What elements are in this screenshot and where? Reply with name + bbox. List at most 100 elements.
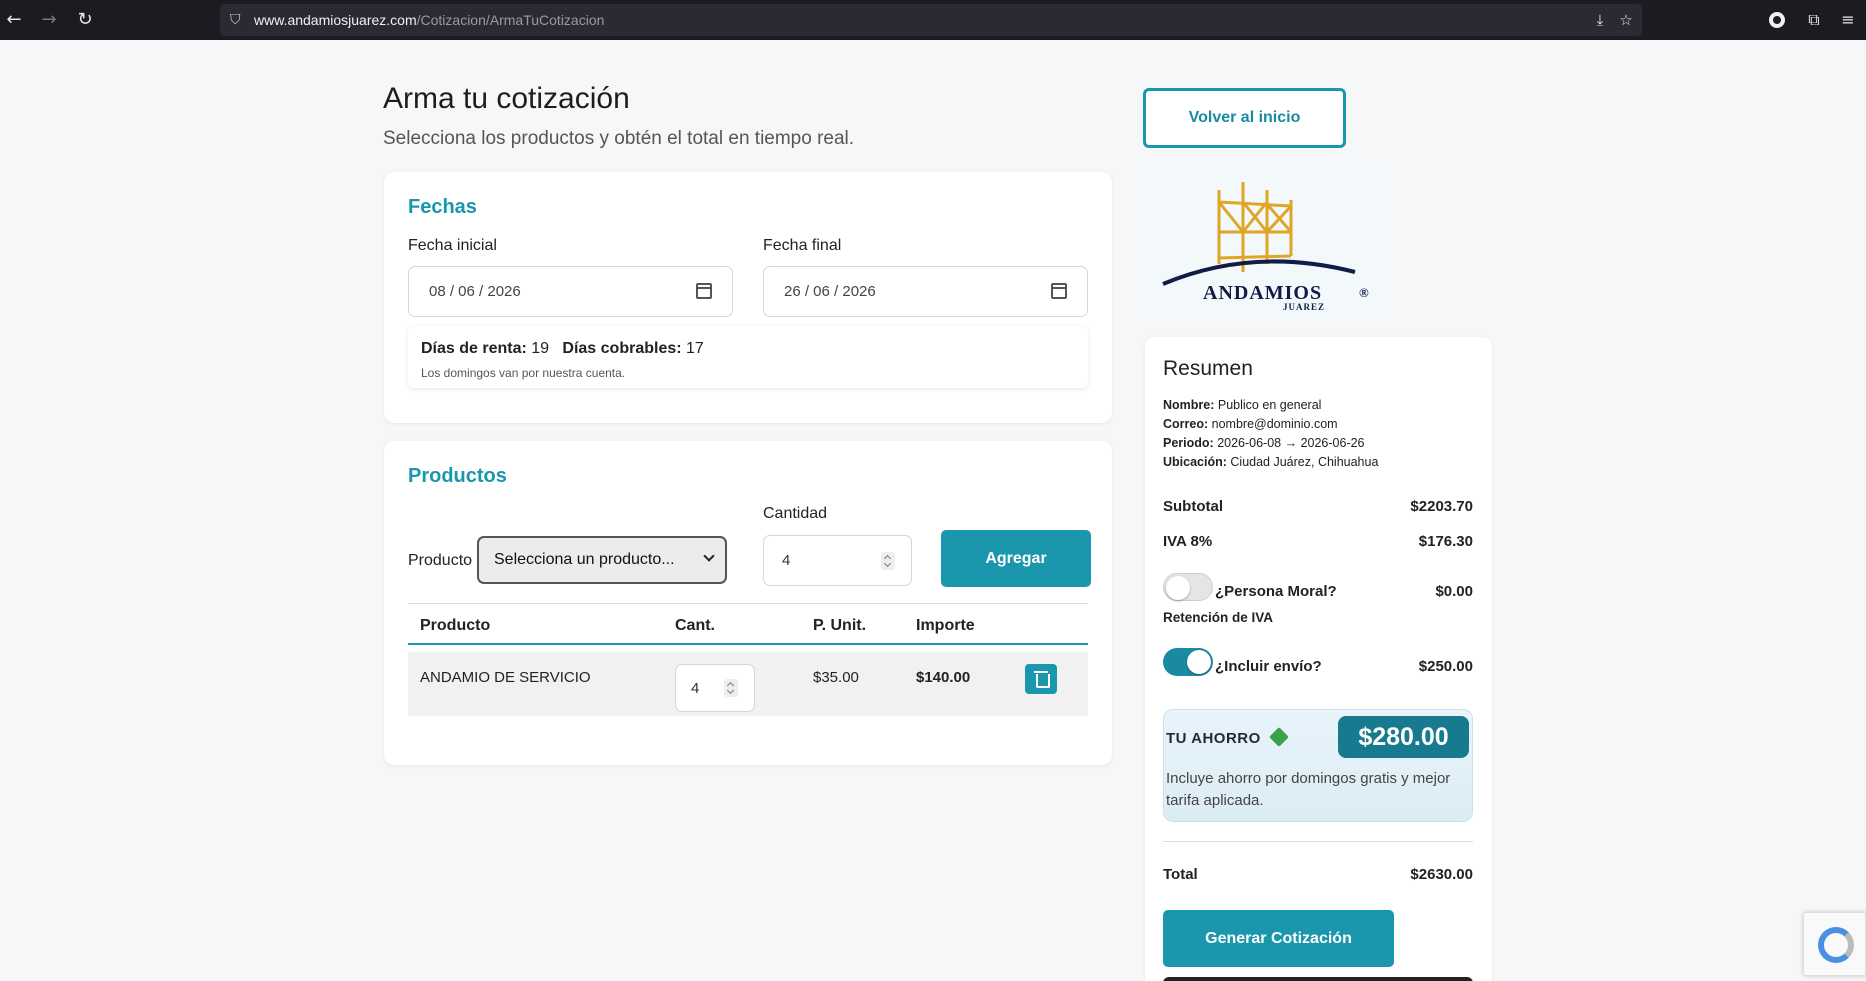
envio-row: ¿Incluir envío? $250.00 — [1215, 658, 1473, 680]
back-arrow-icon[interactable]: ← — [2, 8, 26, 32]
divider — [1163, 841, 1473, 842]
subtotal-row: Subtotal $2203.70 — [1163, 498, 1473, 520]
productos-title: Productos — [408, 465, 507, 487]
ahorro-label: TU AHORRO — [1166, 730, 1261, 747]
fecha-final-value: 26 / 06 / 2026 — [784, 283, 876, 300]
th-cant: Cant. — [675, 617, 715, 634]
url-host: www.andamiosjuarez.com — [254, 12, 417, 28]
trash-icon[interactable] — [1025, 664, 1057, 694]
row-cant-value: 4 — [691, 680, 700, 697]
fecha-inicial-label: Fecha inicial — [408, 237, 497, 254]
retencion-label: Retención de IVA — [1163, 610, 1274, 625]
table-header: Producto Cant. P. Unit. Importe — [408, 603, 1088, 645]
row-p-unit: $35.00 — [813, 669, 859, 686]
volver-inicio-button[interactable]: Volver al inicio — [1143, 88, 1346, 148]
chevron-down-icon — [703, 550, 715, 562]
domingos-note: Los domingos van por nuestra cuenta. — [421, 366, 626, 380]
ahorro-badge: $280.00 — [1338, 716, 1469, 758]
row-importe: $140.00 — [916, 669, 971, 686]
th-importe: Importe — [916, 617, 975, 634]
resumen-title: Resumen — [1163, 357, 1253, 380]
extensions-icon[interactable]: ⧉ — [1802, 8, 1826, 32]
cantidad-value: 4 — [782, 552, 791, 569]
nombre-value: Publico en general — [1217, 398, 1322, 412]
row-producto: ANDAMIO DE SERVICIO — [420, 669, 591, 686]
ahorro-note: Incluye ahorro por domingos gratis y mej… — [1166, 770, 1451, 809]
dias-renta-label: Días de renta: — [421, 340, 527, 357]
persona-moral-label: ¿Persona Moral? — [1215, 583, 1337, 600]
fechas-title: Fechas — [408, 196, 477, 218]
resumen-card: Resumen Nombre: Publico en general Corre… — [1145, 337, 1492, 981]
fecha-inicial-value: 08 / 06 / 2026 — [429, 283, 521, 300]
shield-icon: ⛉ — [230, 12, 241, 28]
page-subtitle: Selecciona los productos y obtén el tota… — [383, 128, 855, 149]
correo-label: Correo: — [1163, 417, 1209, 431]
fecha-final-label: Fecha final — [763, 237, 842, 254]
agregar-button[interactable]: Agregar — [941, 530, 1091, 587]
table-row: ANDAMIO DE SERVICIO 4 $35.00 $140.00 — [408, 652, 1088, 716]
envio-toggle[interactable] — [1163, 648, 1213, 676]
bookmark-star-icon[interactable]: ☆ — [1616, 10, 1636, 30]
correo-value: nombre@dominio.com — [1211, 417, 1338, 431]
forward-arrow-icon[interactable]: → — [37, 8, 61, 32]
persona-moral-toggle[interactable] — [1163, 573, 1213, 601]
iva-value: $176.30 — [1418, 533, 1473, 550]
resumen-ubicacion: Ubicación: Ciudad Juárez, Chihuahua — [1163, 455, 1378, 469]
envio-label: ¿Incluir envío? — [1215, 658, 1322, 675]
th-producto: Producto — [420, 617, 491, 634]
persona-moral-value: $0.00 — [1435, 583, 1473, 600]
recaptcha-badge[interactable] — [1803, 912, 1866, 976]
dias-renta-value: 19 — [531, 340, 550, 357]
total-label: Total — [1163, 866, 1198, 883]
recaptcha-icon — [1818, 927, 1854, 963]
andamios-logo: ANDAMIOS JUAREZ ® — [1143, 172, 1383, 318]
menu-icon[interactable]: ≡ — [1836, 8, 1860, 32]
iva-label: IVA 8% — [1163, 533, 1213, 550]
dias-line: Días de renta: 19 Días cobrables: 17 — [421, 340, 704, 358]
logo-subtext: JUAREZ — [1283, 302, 1326, 312]
stepper-icon[interactable] — [724, 679, 738, 697]
download-icon[interactable]: ⤓ — [1590, 10, 1610, 30]
producto-label: Producto — [408, 552, 473, 569]
cantidad-input[interactable]: 4 — [763, 535, 912, 586]
toggle-knob — [1166, 576, 1190, 600]
dias-cobrables-label: Días cobrables: — [562, 340, 682, 357]
url-text: www.andamiosjuarez.com/Cotizacion/ArmaTu… — [254, 11, 604, 29]
money-icon — [1269, 727, 1289, 747]
subtotal-value: $2203.70 — [1410, 498, 1473, 515]
fecha-inicial-input[interactable]: 08 / 06 / 2026 — [408, 266, 733, 317]
toggle-knob — [1187, 650, 1211, 674]
calendar-icon[interactable] — [696, 283, 712, 299]
persona-moral-row: ¿Persona Moral? $0.00 — [1215, 583, 1473, 605]
generar-cotizacion-button[interactable]: Generar Cotización — [1163, 910, 1394, 967]
periodo-label: Periodo: — [1163, 436, 1214, 450]
logo-registered: ® — [1359, 285, 1369, 300]
dias-info-box: Días de renta: 19 Días cobrables: 17 Los… — [408, 326, 1088, 388]
next-button-edge[interactable] — [1163, 977, 1473, 981]
row-cant-input[interactable]: 4 — [675, 664, 755, 712]
fecha-final-input[interactable]: 26 / 06 / 2026 — [763, 266, 1088, 317]
dias-cobrables-value: 17 — [686, 340, 704, 357]
calendar-icon[interactable] — [1051, 283, 1067, 299]
browser-toolbar: ← → ↻ ⛉ www.andamiosjuarez.com/Cotizacio… — [0, 0, 1866, 40]
ahorro-box: TU AHORRO $280.00 Incluye ahorro por dom… — [1163, 709, 1473, 822]
subtotal-label: Subtotal — [1163, 498, 1223, 515]
th-p-unit: P. Unit. — [813, 617, 867, 634]
address-bar[interactable]: ⛉ www.andamiosjuarez.com/Cotizacion/Arma… — [220, 4, 1642, 36]
ubicacion-value: Ciudad Juárez, Chihuahua — [1230, 455, 1379, 469]
stepper-icon[interactable] — [881, 552, 895, 570]
productos-card: Productos Producto Selecciona un product… — [384, 441, 1112, 765]
nombre-label: Nombre: — [1163, 398, 1215, 412]
fechas-card: Fechas Fecha inicial 08 / 06 / 2026 Fech… — [384, 172, 1112, 423]
reload-icon[interactable]: ↻ — [73, 8, 97, 32]
resumen-periodo: Periodo: 2026-06-08 → 2026-06-26 — [1163, 436, 1365, 450]
resumen-nombre: Nombre: Publico en general — [1163, 398, 1321, 412]
profile-icon[interactable] — [1769, 12, 1785, 28]
envio-value: $250.00 — [1418, 658, 1473, 675]
url-path: /Cotizacion/ArmaTuCotizacion — [416, 12, 605, 28]
producto-select[interactable]: Selecciona un producto... — [477, 536, 727, 584]
total-row: Total $2630.00 — [1163, 866, 1473, 888]
iva-row: IVA 8% $176.30 — [1163, 533, 1473, 555]
total-value: $2630.00 — [1410, 866, 1473, 883]
periodo-value: 2026-06-08 → 2026-06-26 — [1217, 436, 1365, 450]
